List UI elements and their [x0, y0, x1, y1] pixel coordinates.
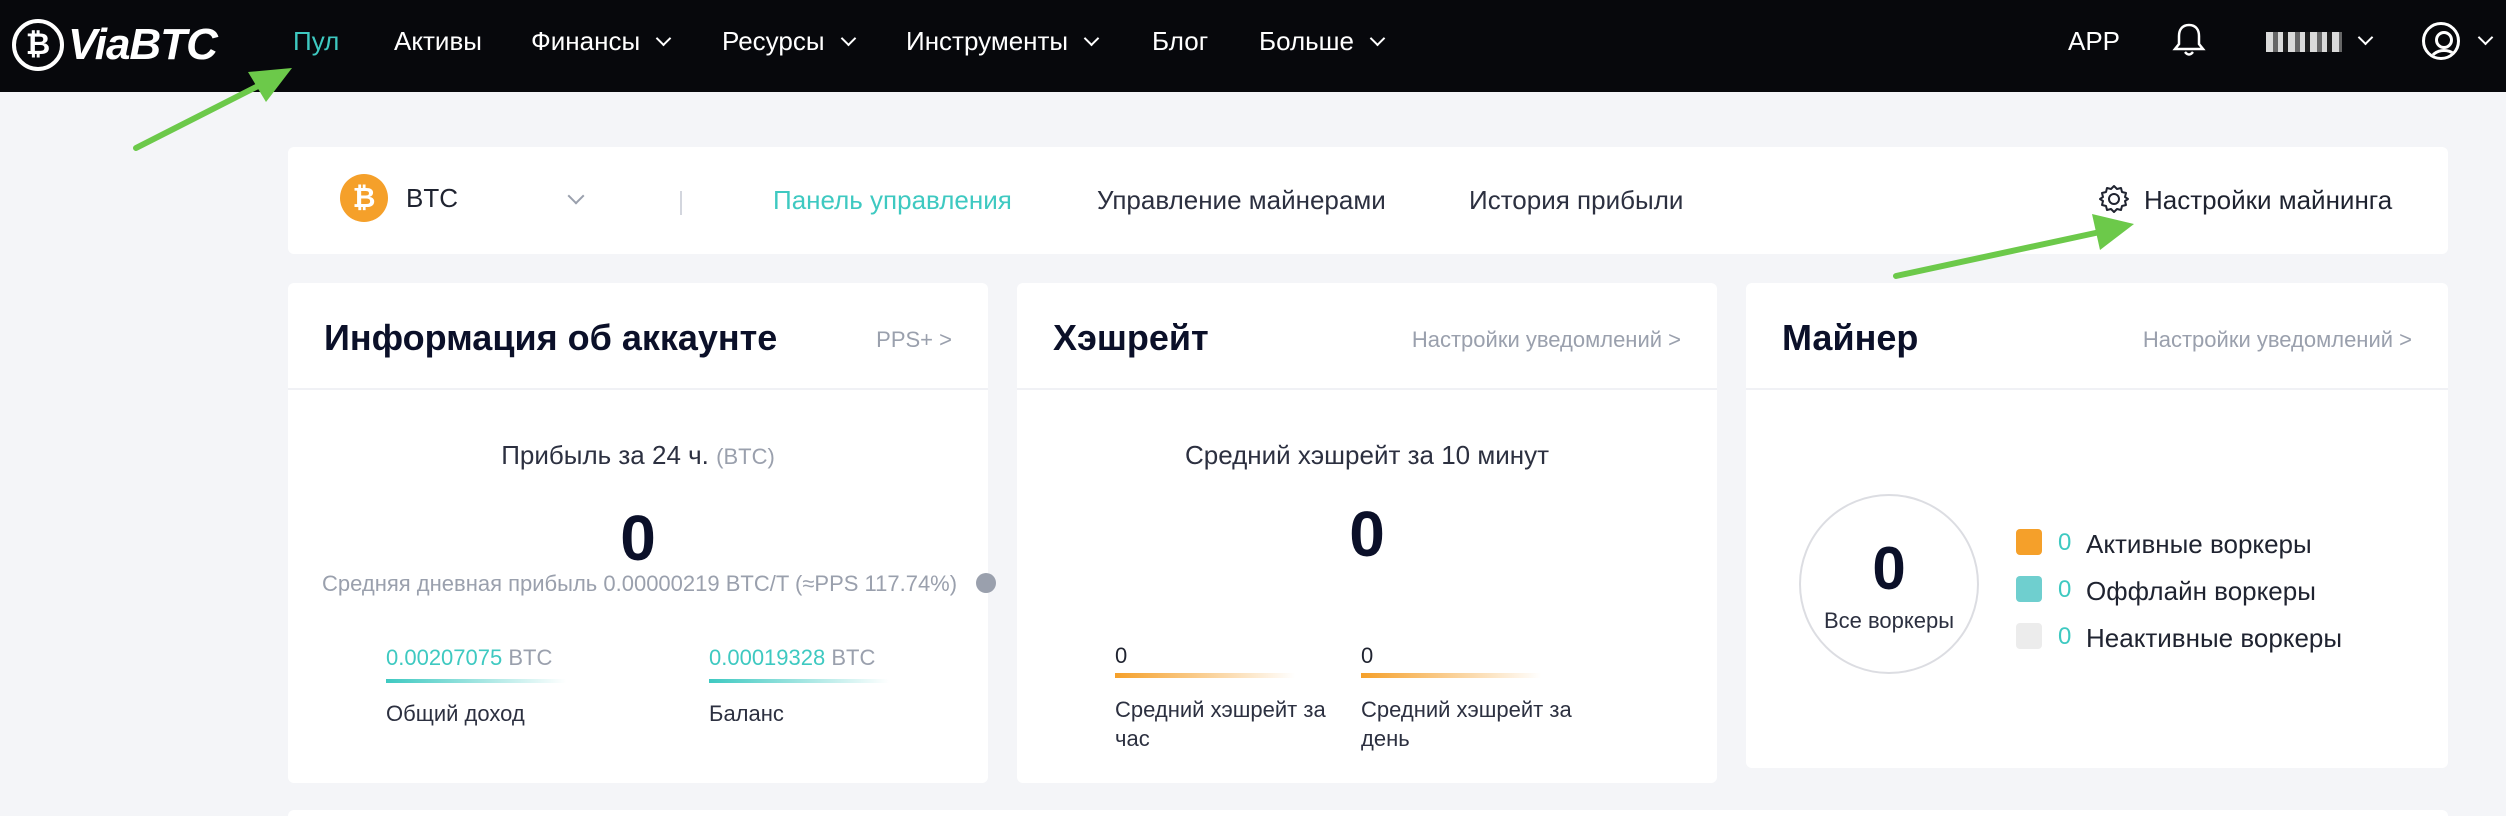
all-workers-label: Все воркеры [1823, 608, 1955, 633]
card-header: Информация об аккаунте PPS+ > [288, 283, 988, 390]
card-title: Майнер [1782, 317, 1919, 358]
chevron-down-icon [655, 30, 672, 47]
active-workers-count: 0 [2058, 529, 2072, 556]
hourly-hashrate-label: Средний хэшрейт за час [1115, 697, 1326, 751]
offline-workers-count: 0 [2058, 576, 2072, 603]
total-income-value: 0.00207075 BTC [386, 645, 552, 671]
nav-item-resources[interactable]: Ресурсы [722, 0, 856, 82]
chevron-down-icon[interactable] [567, 187, 585, 205]
nav-item-pool[interactable]: Пул [293, 0, 339, 82]
nav-item-label: Больше [1259, 26, 1354, 56]
avg-daily-profit: Средняя дневная прибыль 0.00000219 BTC/T… [322, 571, 958, 596]
gear-icon[interactable] [2098, 183, 2130, 215]
card-header: Хэшрейт Настройки уведомлений > [1017, 283, 1717, 390]
account-info-card: Информация об аккаунте PPS+ > Прибыль за… [288, 283, 996, 783]
miner-card: Майнер Настройки уведомлений > 0 Все вор… [1746, 283, 2448, 768]
info-icon[interactable] [976, 573, 996, 593]
nav-item-assets[interactable]: Активы [394, 0, 482, 82]
avg-hashrate-10min-value: 0 [1349, 498, 1385, 570]
chevron-down-icon [1083, 30, 1100, 47]
divider [680, 191, 682, 215]
tab-profit-history[interactable]: История прибыли [1469, 185, 1683, 216]
next-section-card [288, 810, 2448, 816]
chevron-down-icon[interactable] [2477, 29, 2494, 46]
nav-item-tools[interactable]: Инструменты [906, 0, 1100, 82]
arrow-to-pool-icon [133, 81, 265, 151]
app-link[interactable]: APP [2068, 0, 2120, 82]
chevron-down-icon [840, 30, 856, 47]
active-workers-label: Активные воркеры [2086, 529, 2312, 559]
notification-settings-link[interactable]: Настройки уведомлений > [2143, 327, 2412, 353]
hashrate-card: Хэшрейт Настройки уведомлений > Средний … [1017, 283, 1717, 783]
logo[interactable]: ViaBTC [12, 10, 218, 80]
card-header: Майнер Настройки уведомлений > [1746, 283, 2448, 390]
hourly-hashrate-value: 0 [1115, 643, 1128, 668]
pool-subbar: ₿ BTC Панель управления Управление майне… [288, 147, 2448, 254]
viabtc-logo-icon [12, 19, 64, 71]
nav-item-label: Блог [1152, 26, 1209, 56]
hourly-hashrate-bar [1115, 673, 1295, 678]
balance-unit: BTC [831, 645, 876, 670]
mining-settings-link[interactable]: Настройки майнинга [2144, 185, 2392, 216]
bitcoin-icon: ₿ [340, 174, 388, 222]
profit-label-text: Прибыль за 24 ч. [501, 440, 709, 470]
profit-24h-label: Прибыль за 24 ч. (BTC) [288, 440, 988, 471]
offline-workers-label: Оффлайн воркеры [2086, 576, 2316, 606]
logo-text: ViaBTC [68, 20, 218, 69]
inactive-workers-count: 0 [2058, 623, 2072, 650]
nav-item-label: Пул [293, 26, 340, 56]
nav-item-blog[interactable]: Блог [1152, 0, 1208, 82]
balance-value: 0.00019328 BTC [709, 645, 875, 671]
card-title: Хэшрейт [1053, 317, 1209, 358]
daily-hashrate-label: Средний хэшрейт за день [1361, 697, 1572, 751]
bell-icon[interactable] [2172, 22, 2206, 58]
nav-item-finance[interactable]: Финансы [531, 0, 672, 82]
card-title: Информация об аккаунте [324, 317, 778, 358]
profit-unit: (BTC) [716, 444, 775, 469]
total-income-bar [386, 679, 566, 683]
tab-dashboard[interactable]: Панель управления [773, 185, 1012, 216]
all-workers-count: 0 [1872, 535, 1906, 602]
nav-item-label: Финансы [531, 26, 641, 56]
balance-label: Баланс [709, 701, 784, 726]
total-income-unit: BTC [508, 645, 553, 670]
daily-hashrate-value: 0 [1361, 643, 1374, 668]
top-nav: ViaBTC Пул Активы Финансы Ресурсы Инстру… [0, 0, 2506, 92]
pps-plus-link[interactable]: PPS+ > [876, 327, 952, 353]
notification-settings-link[interactable]: Настройки уведомлений > [1412, 327, 1681, 353]
profit-24h-value: 0 [620, 502, 656, 574]
chevron-down-icon [1369, 30, 1386, 47]
user-icon[interactable] [2422, 22, 2460, 60]
chevron-down-icon[interactable] [2357, 29, 2374, 46]
nav-item-more[interactable]: Больше [1259, 0, 1386, 82]
avg-hashrate-10min-label: Средний хэшрейт за 10 минут [1184, 440, 1550, 470]
coin-selector[interactable]: BTC [406, 183, 458, 214]
offline-workers-swatch [2016, 576, 2042, 602]
daily-hashrate-bar [1361, 673, 1541, 678]
inactive-workers-swatch [2016, 623, 2042, 649]
nav-item-label: Инструменты [906, 26, 1069, 56]
nav-item-label: Ресурсы [722, 26, 825, 56]
total-income-label: Общий доход [386, 701, 525, 726]
all-workers-circle: 0 Все воркеры [1799, 494, 1979, 674]
total-income-number: 0.00207075 [386, 645, 503, 670]
inactive-workers-label: Неактивные воркеры [2086, 623, 2343, 653]
nav-item-label: Активы [394, 26, 482, 56]
blurred-username[interactable] [2266, 32, 2342, 52]
active-workers-swatch [2016, 529, 2042, 555]
tab-miner-management[interactable]: Управление майнерами [1097, 185, 1386, 216]
balance-bar [709, 679, 889, 683]
balance-number: 0.00019328 [709, 645, 826, 670]
